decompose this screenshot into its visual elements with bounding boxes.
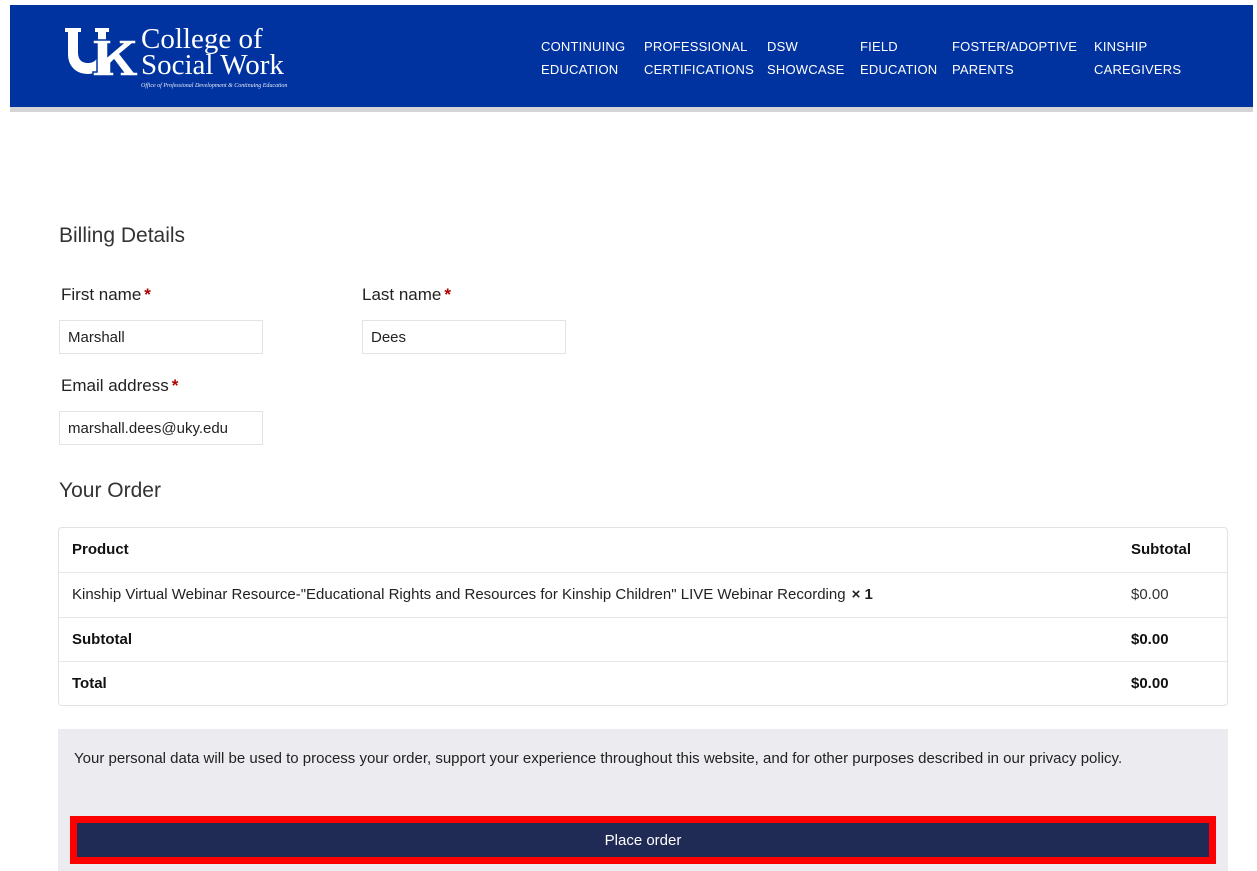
privacy-notice-text: Your personal data will be used to proce…: [74, 750, 1030, 767]
first-name-label: First name *: [61, 285, 151, 305]
total-value: $0.00: [1131, 675, 1169, 692]
nav-kinship-caregivers[interactable]: KINSHIP CAREGIVERS: [1094, 35, 1181, 81]
first-name-label-text: First name: [61, 285, 142, 304]
required-marker: *: [171, 376, 179, 395]
subtotal-value: $0.00: [1131, 631, 1169, 648]
nav-field-education[interactable]: FIELD EDUCATION: [860, 35, 937, 81]
nav-label-line1: DSW: [767, 39, 798, 54]
table-row: Kinship Virtual Webinar Resource-"Educat…: [59, 572, 1227, 616]
subtotal-column-header: Subtotal: [1131, 541, 1191, 558]
nav-label-line1: FOSTER/ADOPTIVE: [952, 39, 1078, 54]
subtotal-row: Subtotal $0.00: [59, 617, 1227, 661]
place-order-label: Place order: [77, 823, 1209, 857]
email-label: Email address *: [61, 376, 178, 396]
uk-logo-icon: [65, 28, 139, 77]
nav-label-line1: PROFESSIONAL: [644, 39, 748, 54]
nav-label-line2: EDUCATION: [541, 62, 619, 77]
billing-details-heading: Billing Details: [59, 224, 186, 247]
logo-subtitle: Office of Professional Development & Con…: [141, 83, 288, 89]
nav-label-line1: FIELD: [860, 39, 898, 54]
nav-label-line2: CAREGIVERS: [1094, 62, 1182, 77]
nav-foster-adoptive-parents[interactable]: FOSTER/ADOPTIVE PARENTS: [952, 35, 1077, 81]
order-table: Product Subtotal Kinship Virtual Webinar…: [58, 527, 1228, 706]
privacy-notice-end: .: [1117, 750, 1123, 767]
logo-text-line2: Social Work: [141, 49, 284, 81]
product-name: Kinship Virtual Webinar Resource-"Educat…: [72, 586, 846, 603]
privacy-policy-link[interactable]: privacy policy: [1029, 750, 1118, 767]
email-label-text: Email address: [61, 376, 169, 395]
your-order-heading: Your Order: [59, 479, 161, 502]
nav-label-line2: SHOWCASE: [767, 62, 845, 77]
nav-label-line2: CERTIFICATIONS: [644, 62, 754, 77]
nav-label-line2: EDUCATION: [860, 62, 938, 77]
required-marker: *: [144, 285, 151, 304]
email-input[interactable]: [59, 411, 263, 445]
item-price: $0.00: [1131, 586, 1169, 603]
college-logo[interactable]: College of Social Work Office of Profess…: [63, 24, 323, 94]
last-name-input[interactable]: [362, 320, 566, 354]
nav-professional-certifications[interactable]: PROFESSIONAL CERTIFICATIONS: [644, 35, 754, 81]
nav-continuing-education[interactable]: CONTINUING EDUCATION: [541, 35, 625, 81]
nav-label-line2: PARENTS: [952, 62, 1014, 77]
total-label: Total: [72, 675, 107, 692]
table-header-row: Product Subtotal: [59, 528, 1227, 572]
total-row: Total $0.00: [59, 661, 1227, 705]
last-name-label: Last name *: [362, 285, 451, 305]
header-divider: [10, 107, 1253, 112]
product-quantity: × 1: [851, 586, 873, 603]
first-name-input[interactable]: [59, 320, 263, 354]
subtotal-label: Subtotal: [72, 631, 132, 648]
nav-label-line1: KINSHIP: [1094, 39, 1148, 54]
nav-dsw-showcase[interactable]: DSW SHOWCASE: [767, 35, 844, 81]
privacy-notice: Your personal data will be used to proce…: [74, 746, 1214, 772]
place-order-button[interactable]: Place order: [70, 816, 1216, 864]
nav-label-line1: CONTINUING: [541, 39, 626, 54]
last-name-label-text: Last name: [362, 285, 442, 304]
required-marker: *: [444, 285, 452, 304]
order-item: Kinship Virtual Webinar Resource-"Educat…: [72, 586, 873, 603]
product-column-header: Product: [72, 541, 129, 558]
